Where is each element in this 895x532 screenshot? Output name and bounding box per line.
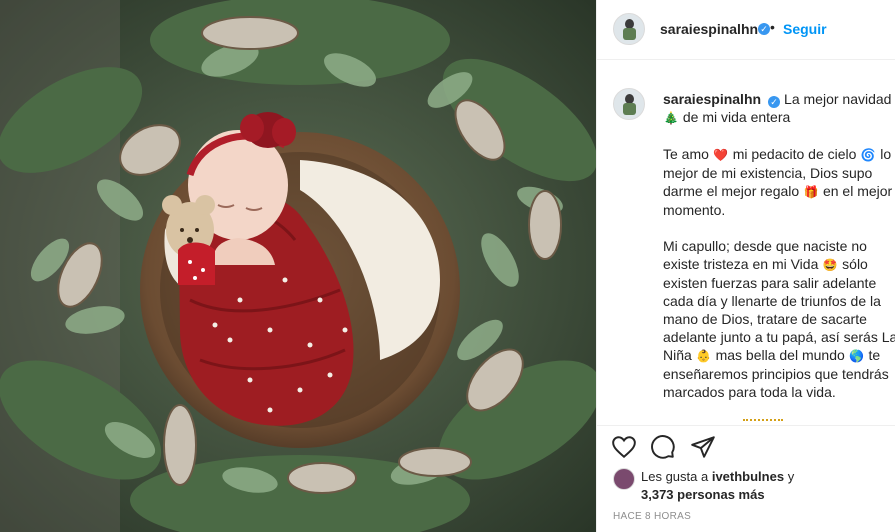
liker-username[interactable]: ivethbulnes (712, 469, 784, 484)
action-bar (597, 425, 895, 467)
likes-line: Les gusta a ivethbulnes y (641, 469, 794, 484)
author-avatar[interactable] (613, 13, 645, 45)
emoji-icon: 🌀 (860, 148, 876, 162)
share-icon[interactable] (690, 434, 716, 460)
emoji-icon: 🤩 (822, 258, 838, 272)
emoji-icon: 👶 (696, 349, 712, 363)
caption-paragraph: Te amo ❤️ mi pedacito de cielo 🌀 lo mejo… (663, 145, 895, 219)
caption-text: Te amo (663, 146, 713, 162)
comment-icon[interactable] (650, 434, 676, 460)
likes-count[interactable]: 3,373 personas más (641, 487, 765, 502)
heart-icon[interactable] (611, 434, 637, 460)
post-photo[interactable] (0, 0, 596, 532)
post-header: saraiespinalhn ✓ • Seguir (597, 0, 895, 60)
caption-text: La mejor navidad (784, 91, 892, 107)
caption-text: mi pedacito de cielo (728, 146, 861, 162)
verified-badge-icon: ✓ (758, 23, 770, 35)
likes-suffix: y (784, 469, 795, 484)
caption-avatar[interactable] (613, 88, 645, 120)
emoji-icon: 🎁 (803, 185, 819, 199)
caption-paragraph: saraiespinalhn ✓ La mejor navidad 🎄 de mi … (663, 90, 895, 127)
author-username[interactable]: saraiespinalhn (660, 21, 758, 37)
caption-text: mas bella del mundo (711, 347, 849, 363)
follow-button[interactable]: Seguir (783, 21, 827, 37)
caption-section: saraiespinalhn ✓ La mejor navidad 🎄 de mi … (597, 60, 895, 425)
emoji-icon: 🌎 (849, 349, 865, 363)
header-separator: • (770, 19, 775, 35)
caption-paragraph: Mi capullo; desde que naciste no existe … (663, 237, 895, 401)
caption-text: de mi vida entera (679, 109, 791, 125)
emoji-icon: ❤️ (713, 148, 729, 162)
post-timestamp[interactable]: HACE 8 HORAS (613, 511, 691, 522)
post-sidebar: saraiespinalhn ✓ • Seguir saraiespinalhn… (596, 0, 895, 532)
likes-prefix: Les gusta a (641, 469, 712, 484)
caption-username[interactable]: saraiespinalhn (663, 91, 761, 107)
liker-avatar[interactable] (613, 468, 635, 490)
post-caption: saraiespinalhn ✓ La mejor navidad 🎄 de mi … (663, 90, 895, 425)
likes-summary: Les gusta a ivethbulnes y 3,373 personas… (613, 466, 895, 506)
emoji-icon: 🎄 (663, 111, 679, 125)
caption-verified-icon: ✓ (768, 96, 781, 108)
